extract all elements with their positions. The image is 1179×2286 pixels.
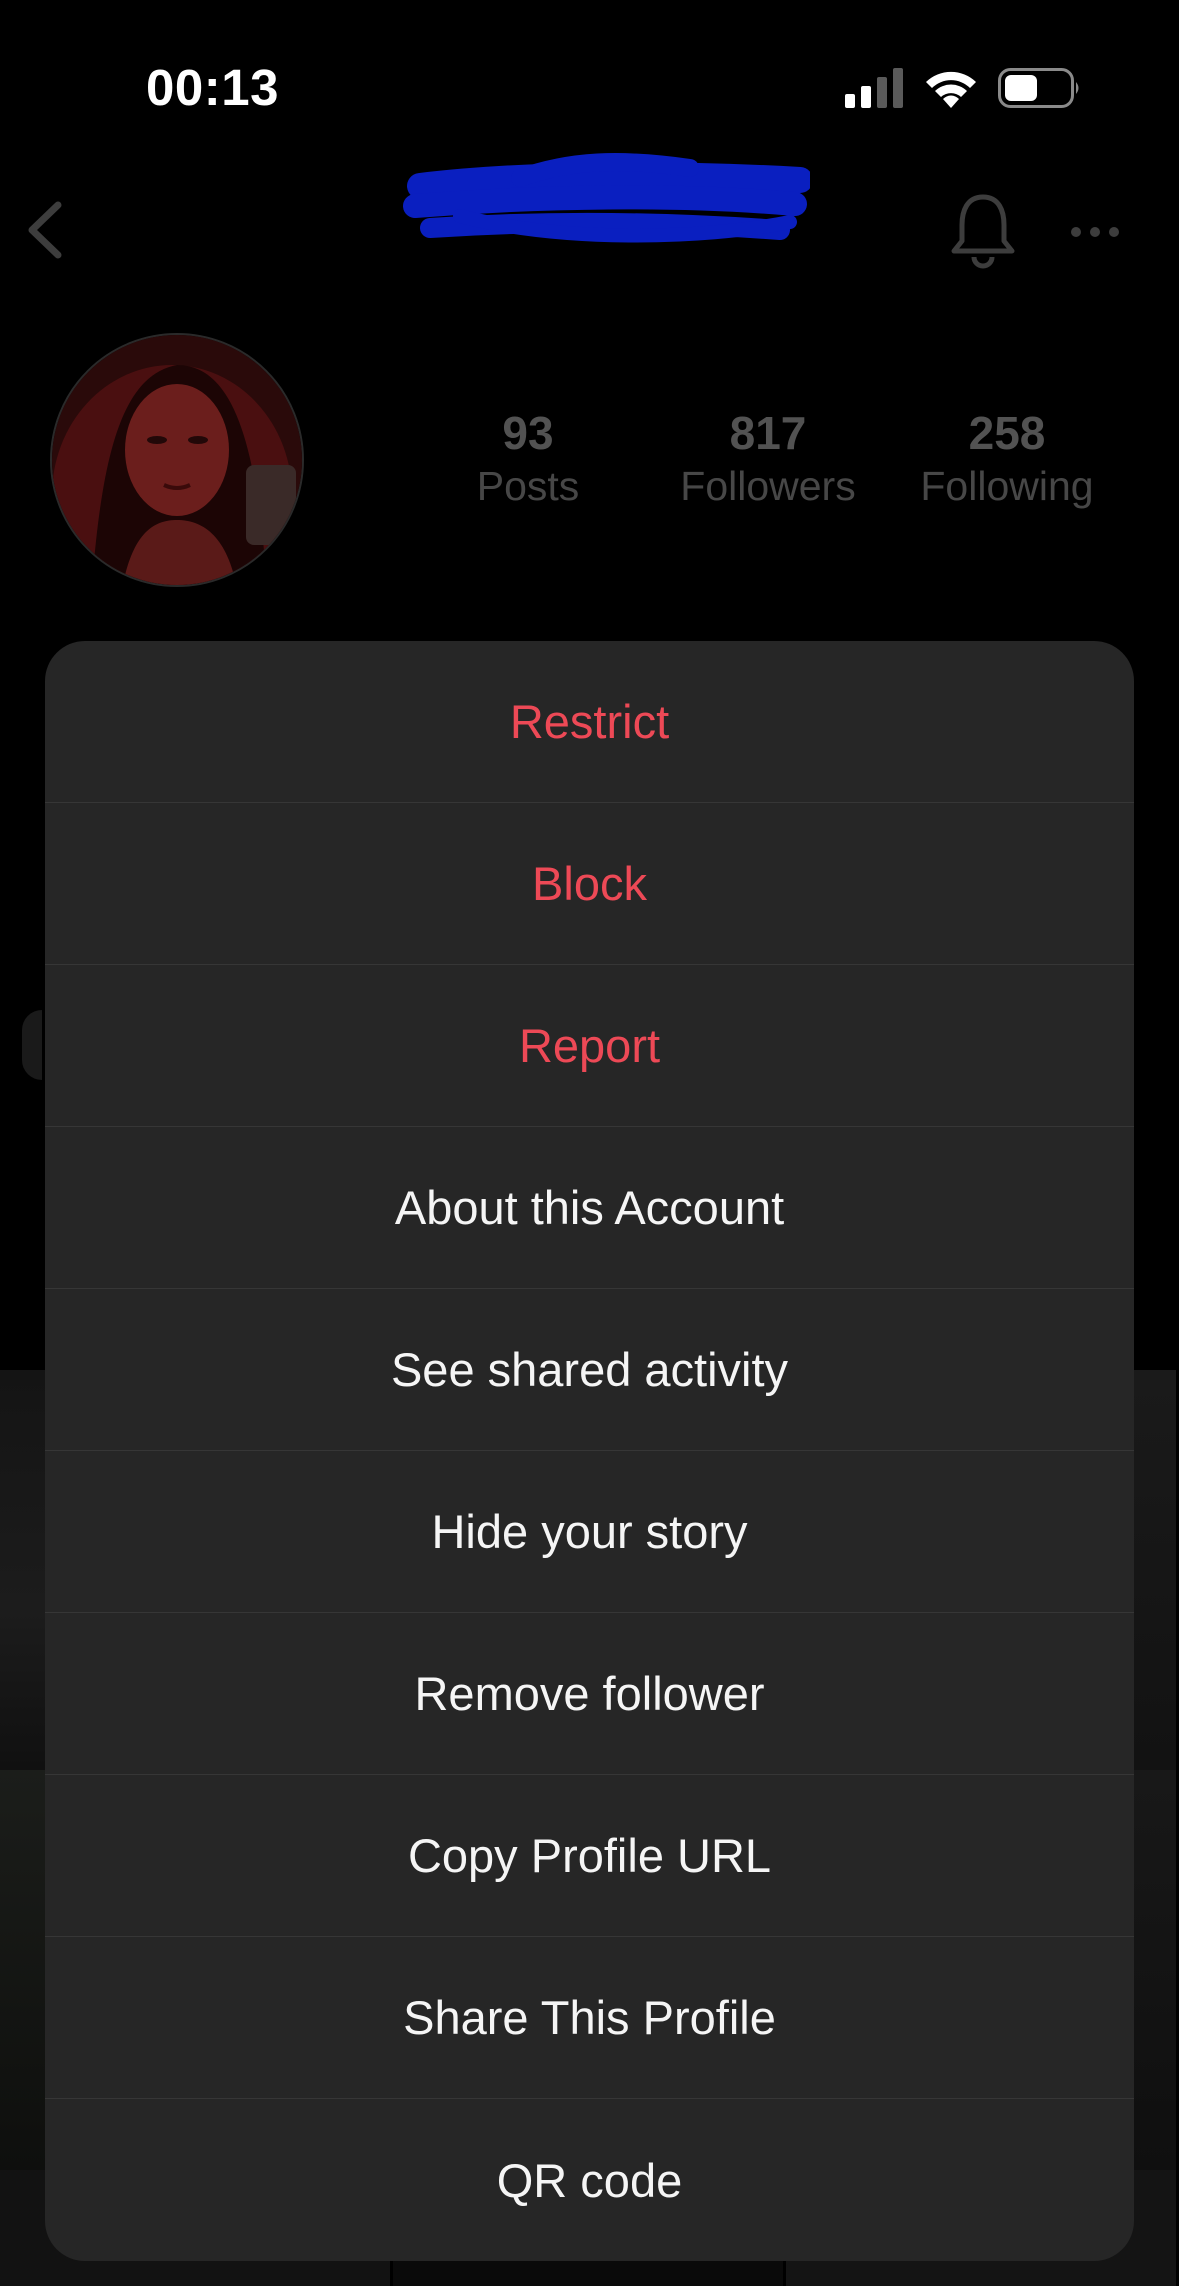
hide-story-button[interactable]: Hide your story: [45, 1451, 1134, 1613]
avatar[interactable]: [50, 333, 304, 587]
background-button-edge: [22, 1010, 42, 1080]
following-count: 258: [968, 407, 1046, 459]
followers-count: 817: [729, 407, 807, 459]
back-chevron-icon[interactable]: [22, 197, 68, 263]
status-time: 00:13: [146, 59, 279, 116]
battery-icon: [998, 68, 1079, 108]
posts-count: 93: [502, 407, 554, 459]
signal-icon: [845, 68, 903, 108]
report-button[interactable]: Report: [45, 965, 1134, 1127]
copy-profile-url-button[interactable]: Copy Profile URL: [45, 1775, 1134, 1937]
following-label: Following: [920, 463, 1094, 509]
stat-followers[interactable]: 817 Followers: [658, 405, 878, 511]
status-bar: 00:13: [0, 0, 1179, 175]
followers-label: Followers: [680, 463, 856, 509]
restrict-button[interactable]: Restrict: [45, 641, 1134, 803]
screen: 00:13 93 Posts 817 Followers 258 Followi…: [0, 0, 1179, 2286]
see-shared-activity-button[interactable]: See shared activity: [45, 1289, 1134, 1451]
block-button[interactable]: Block: [45, 803, 1134, 965]
profile-actions-sheet: Restrict Block Report About this Account…: [45, 641, 1134, 2261]
bell-icon[interactable]: [950, 191, 1016, 271]
redacted-username: [403, 153, 810, 243]
posts-label: Posts: [476, 463, 580, 509]
about-account-button[interactable]: About this Account: [45, 1127, 1134, 1289]
stat-following[interactable]: 258 Following: [897, 405, 1117, 511]
more-icon[interactable]: [1070, 225, 1120, 239]
remove-follower-button[interactable]: Remove follower: [45, 1613, 1134, 1775]
stat-posts[interactable]: 93 Posts: [418, 405, 638, 511]
share-profile-button[interactable]: Share This Profile: [45, 1937, 1134, 2099]
qr-code-button[interactable]: QR code: [45, 2099, 1134, 2261]
wifi-icon: [926, 71, 976, 108]
